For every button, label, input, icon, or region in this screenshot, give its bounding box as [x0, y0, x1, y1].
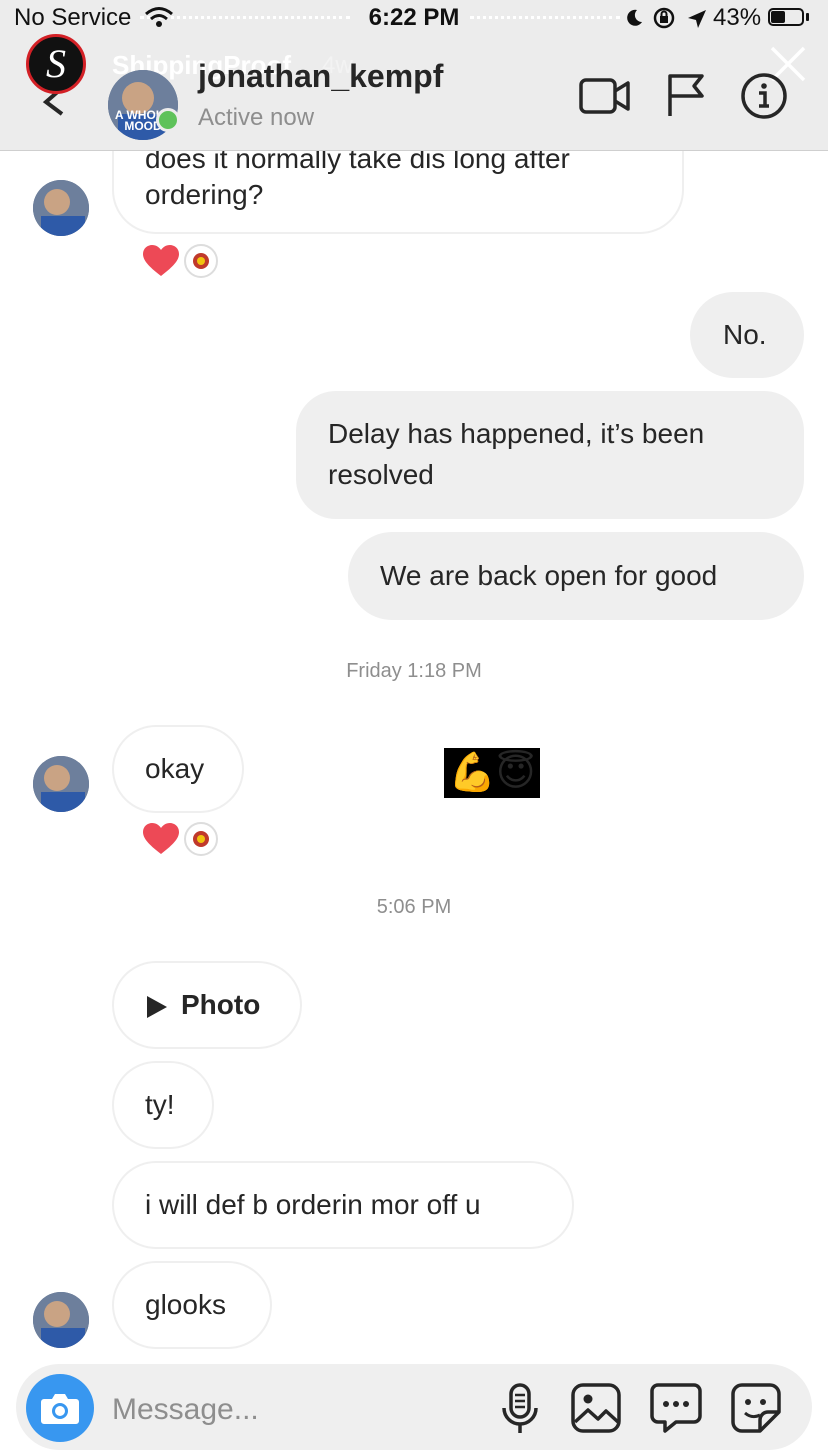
gallery-button[interactable]	[570, 1382, 622, 1434]
active-status-label: Active now	[198, 104, 315, 131]
message-bubble-received[interactable]: glooks	[112, 1261, 272, 1349]
battery-tip	[806, 13, 809, 21]
flag-icon	[668, 74, 704, 116]
message-bubble-received[interactable]: okay	[112, 725, 244, 813]
reactor-avatar[interactable]	[184, 822, 218, 856]
avatar-image	[33, 180, 89, 236]
sender-avatar[interactable]	[33, 756, 89, 812]
reactor-avatar[interactable]	[184, 244, 218, 278]
message-text: ordering?	[145, 179, 264, 210]
location-icon	[688, 10, 706, 28]
conversation-info-button[interactable]	[740, 72, 788, 120]
story-logo-letter: S	[46, 41, 66, 86]
chat-username[interactable]: jonathan_kempf	[198, 58, 443, 95]
battery-percentage: 43%	[713, 4, 762, 31]
chat-options-button[interactable]	[650, 1382, 702, 1434]
sticker-icon	[731, 1383, 781, 1433]
camera-button[interactable]	[26, 1374, 94, 1442]
message-text-line2: resolved	[328, 459, 434, 490]
microphone-icon	[502, 1383, 538, 1433]
message-bubble-received[interactable]: ty!	[112, 1061, 214, 1149]
video-call-button[interactable]	[578, 76, 632, 116]
info-icon	[741, 73, 787, 119]
message-text: No.	[723, 319, 767, 350]
timestamp: 5:06 PM	[376, 896, 452, 918]
message-bubble-received[interactable]: i will def b orderin mor off u	[112, 1161, 574, 1249]
message-text: glooks	[145, 1289, 226, 1320]
play-icon	[147, 996, 167, 1018]
sticker-button[interactable]	[730, 1382, 782, 1434]
report-button[interactable]	[664, 72, 708, 118]
chat-bubble-icon	[650, 1383, 702, 1433]
message-text: We are back open for good	[380, 560, 718, 591]
timestamp: Friday 1:18 PM	[346, 660, 482, 682]
heart-reaction-icon[interactable]	[142, 822, 180, 856]
image-icon	[571, 1383, 621, 1433]
heart-reaction-icon[interactable]	[142, 244, 180, 278]
message-bubble-sent[interactable]: No.	[690, 292, 804, 378]
active-status-dot	[156, 108, 180, 132]
sender-avatar[interactable]	[33, 180, 89, 236]
message-text: okay	[145, 753, 205, 784]
orientation-lock-icon	[653, 7, 675, 29]
camera-icon	[41, 1394, 79, 1424]
sender-avatar[interactable]	[33, 1292, 89, 1348]
reactor-logo-icon	[193, 831, 209, 847]
emoji-sticker: 💪😇	[444, 748, 540, 798]
video-camera-icon	[579, 78, 630, 114]
message-text-line1: Delay has happened, it’s been	[328, 418, 705, 449]
moon-icon	[627, 9, 642, 26]
message-input[interactable]	[112, 1388, 472, 1432]
message-bubble-sent[interactable]: Delay has happened, it’s been resolved	[296, 391, 804, 519]
message-bubble-sent[interactable]: We are back open for good	[348, 532, 804, 620]
photo-label: Photo	[181, 989, 261, 1020]
avatar-image	[33, 756, 89, 812]
battery-level	[771, 11, 785, 23]
avatar-image	[33, 1292, 89, 1348]
message-text: i will def b orderin mor off u	[145, 1189, 481, 1220]
message-text: ty!	[145, 1089, 175, 1120]
photo-message-button[interactable]: Photo	[112, 961, 302, 1049]
voice-message-button[interactable]	[500, 1382, 540, 1436]
message-bubble-received[interactable]: does it normally take dis long after ord…	[112, 151, 684, 234]
reactor-logo-icon	[193, 253, 209, 269]
